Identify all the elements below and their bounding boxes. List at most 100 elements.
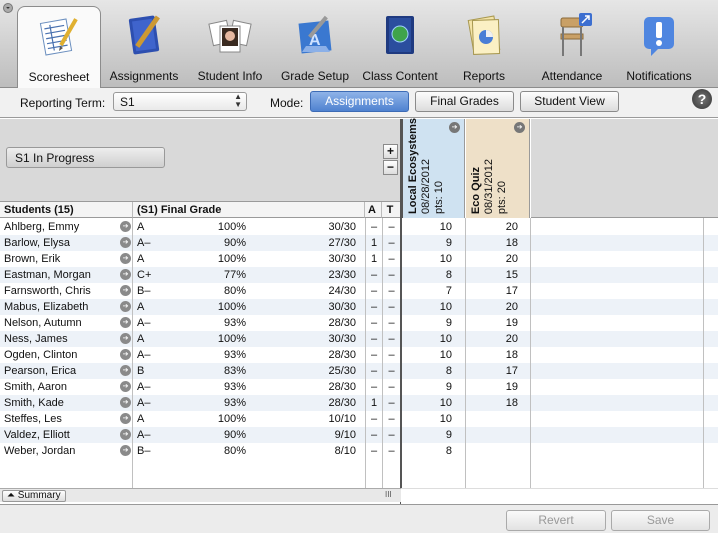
score-cell[interactable]: 20 bbox=[466, 221, 518, 233]
score-cell[interactable]: 8 bbox=[402, 269, 452, 281]
score-cell[interactable]: 10 bbox=[402, 349, 452, 361]
term-status-button[interactable]: S1 In Progress bbox=[6, 147, 165, 168]
table-row[interactable]: Valdez, Elliott ➔ A– 90% 9/10 – – bbox=[0, 427, 400, 443]
reporting-term-select[interactable]: S1 ▲ ▼ bbox=[113, 92, 247, 111]
score-cell[interactable]: 19 bbox=[466, 317, 518, 329]
score-cell[interactable]: 7 bbox=[402, 285, 452, 297]
score-cell[interactable]: 9 bbox=[402, 237, 452, 249]
table-row[interactable]: Nelson, Autumn ➔ A– 93% 28/30 – – bbox=[0, 315, 400, 331]
score-cell[interactable]: 17 bbox=[466, 365, 518, 377]
score-cell[interactable]: 18 bbox=[466, 397, 518, 409]
student-detail-icon[interactable]: ➔ bbox=[120, 333, 131, 344]
table-row[interactable]: Barlow, Elysa ➔ A– 90% 27/30 1– bbox=[0, 235, 400, 251]
mode-final-grades-button[interactable]: Final Grades bbox=[415, 91, 514, 112]
toolbar-student-info[interactable]: Student Info bbox=[192, 6, 268, 88]
column-resize-handle[interactable]: III bbox=[385, 490, 392, 499]
student-detail-icon[interactable]: ➔ bbox=[120, 285, 131, 296]
score-cell[interactable]: 18 bbox=[466, 349, 518, 361]
score-cell[interactable]: 9 bbox=[402, 381, 452, 393]
student-detail-icon[interactable]: ➔ bbox=[120, 317, 131, 328]
student-name[interactable]: Weber, Jordan bbox=[4, 445, 75, 457]
student-detail-icon[interactable]: ➔ bbox=[120, 445, 131, 456]
score-cell[interactable]: 10 bbox=[402, 397, 452, 409]
score-cell[interactable]: 20 bbox=[466, 253, 518, 265]
student-detail-icon[interactable]: ➔ bbox=[120, 381, 131, 392]
score-cell[interactable]: 19 bbox=[466, 381, 518, 393]
score-cell[interactable]: 10 bbox=[402, 221, 452, 233]
student-name[interactable]: Brown, Erik bbox=[4, 253, 60, 265]
student-detail-icon[interactable]: ➔ bbox=[120, 429, 131, 440]
student-detail-icon[interactable]: ➔ bbox=[120, 237, 131, 248]
student-detail-icon[interactable]: ➔ bbox=[120, 397, 131, 408]
score-cell[interactable]: 15 bbox=[466, 269, 518, 281]
table-row[interactable]: Ahlberg, Emmy ➔ A 100% 30/30 – – bbox=[0, 219, 400, 235]
save-button[interactable]: Save bbox=[611, 510, 710, 531]
student-name[interactable]: Pearson, Erica bbox=[4, 365, 76, 377]
student-name[interactable]: Eastman, Morgan bbox=[4, 269, 91, 281]
absences-column-header[interactable]: A bbox=[365, 202, 382, 218]
student-detail-icon[interactable]: ➔ bbox=[120, 349, 131, 360]
revert-button[interactable]: Revert bbox=[506, 510, 606, 531]
student-name[interactable]: Ahlberg, Emmy bbox=[4, 221, 79, 233]
table-row[interactable]: Steffes, Les ➔ A 100% 10/10 – – bbox=[0, 411, 400, 427]
student-detail-icon[interactable]: ➔ bbox=[120, 269, 131, 280]
score-cell[interactable]: 9 bbox=[402, 429, 452, 441]
student-detail-icon[interactable]: ➔ bbox=[120, 253, 131, 264]
toolbar-grade-setup[interactable]: A Grade Setup bbox=[278, 6, 352, 88]
score-cell[interactable]: 18 bbox=[466, 237, 518, 249]
help-icon[interactable]: ? bbox=[692, 89, 712, 109]
assignment-header-eco-quiz[interactable]: ➔ Eco Quiz 08/31/2012 pts: 20 bbox=[466, 119, 530, 218]
table-row[interactable]: Smith, Aaron ➔ A– 93% 28/30 – – bbox=[0, 379, 400, 395]
toolbar-assignments[interactable]: Assignments bbox=[104, 6, 184, 88]
student-name[interactable]: Mabus, Elizabeth bbox=[4, 301, 88, 313]
toolbar-class-content[interactable]: Class Content bbox=[358, 6, 442, 88]
score-cell[interactable]: 17 bbox=[466, 285, 518, 297]
toolbar-notifications[interactable]: Notifications bbox=[620, 6, 698, 88]
table-row[interactable]: Brown, Erik ➔ A 100% 30/30 1– bbox=[0, 251, 400, 267]
student-name[interactable]: Valdez, Elliott bbox=[4, 429, 70, 441]
student-name[interactable]: Ness, James bbox=[4, 333, 68, 345]
table-row[interactable]: Ogden, Clinton ➔ A– 93% 28/30 – – bbox=[0, 347, 400, 363]
score-cell[interactable]: 10 bbox=[402, 253, 452, 265]
summary-button[interactable]: ⏶ Summary bbox=[2, 490, 66, 502]
assignment-header-local-ecosystems[interactable]: ➔ Local Ecosystems 08/28/2012 pts: 10 bbox=[401, 118, 465, 218]
score-cell[interactable]: 10 bbox=[402, 413, 452, 425]
tardies-column-header[interactable]: T bbox=[382, 202, 401, 218]
score-cell[interactable]: 10 bbox=[402, 333, 452, 345]
window-toggle-icon[interactable]: ◒ bbox=[3, 3, 13, 13]
student-detail-icon[interactable]: ➔ bbox=[120, 221, 131, 232]
table-row[interactable]: Eastman, Morgan ➔ C+ 77% 23/30 – – bbox=[0, 267, 400, 283]
score-cell[interactable]: 20 bbox=[466, 301, 518, 313]
score-cell[interactable]: 20 bbox=[466, 333, 518, 345]
assignment-menu-icon[interactable]: ➔ bbox=[449, 122, 460, 133]
score-cell[interactable]: 10 bbox=[402, 301, 452, 313]
pane-divider[interactable] bbox=[400, 119, 402, 504]
student-name[interactable]: Nelson, Autumn bbox=[4, 317, 82, 329]
table-row[interactable]: Weber, Jordan ➔ B– 80% 8/10 – – bbox=[0, 443, 400, 459]
toolbar-attendance[interactable]: Attendance bbox=[536, 6, 608, 88]
score-cell[interactable]: 8 bbox=[402, 365, 452, 377]
final-grade-column-header[interactable]: (S1) Final Grade bbox=[133, 202, 365, 218]
table-row[interactable]: Pearson, Erica ➔ B 83% 25/30 – – bbox=[0, 363, 400, 379]
table-row[interactable]: Ness, James ➔ A 100% 30/30 – – bbox=[0, 331, 400, 347]
student-name[interactable]: Smith, Aaron bbox=[4, 381, 67, 393]
table-row[interactable]: Mabus, Elizabeth ➔ A 100% 30/30 – – bbox=[0, 299, 400, 315]
student-detail-icon[interactable]: ➔ bbox=[120, 413, 131, 424]
collapse-minus-button[interactable]: − bbox=[383, 160, 398, 175]
table-row[interactable]: Farnsworth, Chris ➔ B– 80% 24/30 – – bbox=[0, 283, 400, 299]
score-cell[interactable]: 9 bbox=[402, 317, 452, 329]
student-name[interactable]: Steffes, Les bbox=[4, 413, 62, 425]
student-name[interactable]: Smith, Kade bbox=[4, 397, 64, 409]
score-cell[interactable]: 8 bbox=[402, 445, 452, 457]
toolbar-reports[interactable]: Reports bbox=[452, 6, 516, 88]
table-row[interactable]: Smith, Kade ➔ A– 93% 28/30 1– bbox=[0, 395, 400, 411]
mode-assignments-button[interactable]: Assignments bbox=[310, 91, 409, 112]
toolbar-scoresheet[interactable]: Scoresheet bbox=[17, 6, 101, 89]
students-column-header[interactable]: Students (15) bbox=[0, 202, 133, 218]
student-name[interactable]: Barlow, Elysa bbox=[4, 237, 70, 249]
student-detail-icon[interactable]: ➔ bbox=[120, 301, 131, 312]
mode-student-view-button[interactable]: Student View bbox=[520, 91, 619, 112]
assignment-menu-icon[interactable]: ➔ bbox=[514, 122, 525, 133]
student-name[interactable]: Ogden, Clinton bbox=[4, 349, 77, 361]
student-detail-icon[interactable]: ➔ bbox=[120, 365, 131, 376]
